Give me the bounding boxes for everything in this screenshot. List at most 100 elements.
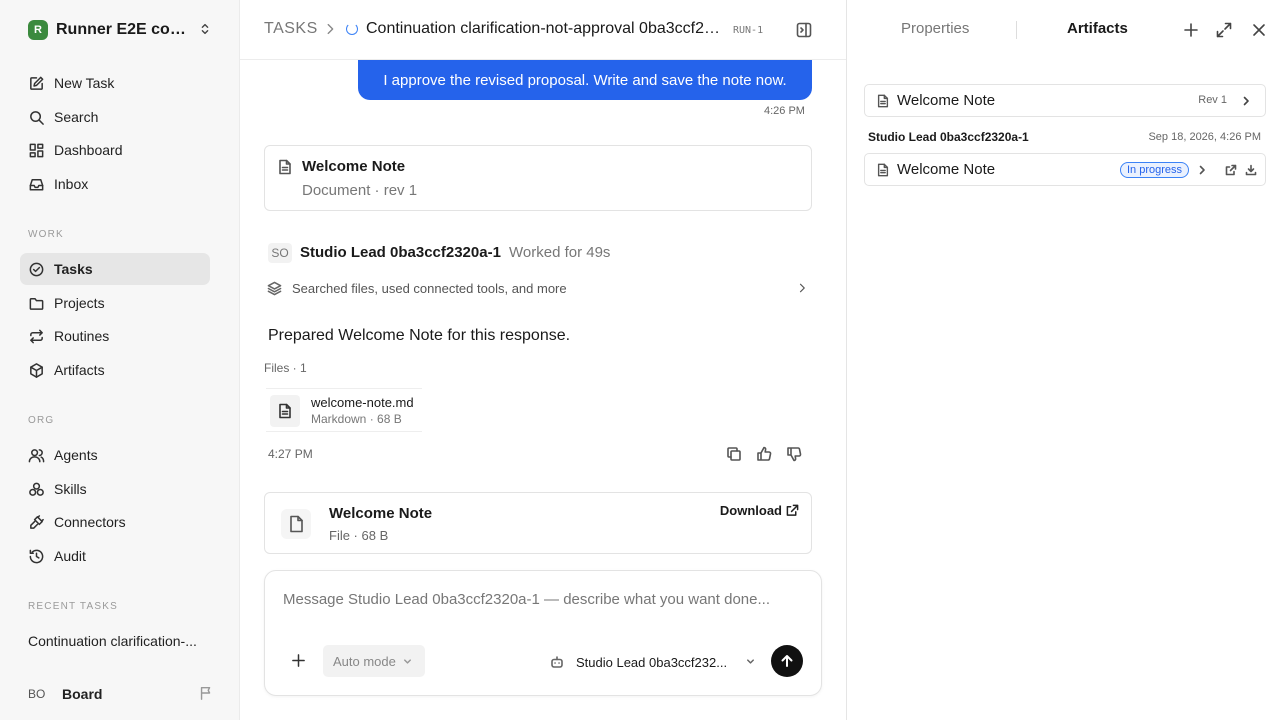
files-count-label: Files · 1 <box>264 361 307 375</box>
tab-properties[interactable]: Properties <box>901 20 969 37</box>
plus-icon[interactable] <box>1182 21 1200 39</box>
chevron-right-icon <box>327 23 334 35</box>
chevron-right-icon <box>799 283 805 293</box>
file-download-card[interactable]: Welcome Note File · 68 B Download <box>264 492 812 554</box>
document-title: Welcome Note <box>302 158 406 175</box>
artifact-item[interactable]: Welcome Note In progress <box>864 153 1266 186</box>
section-label-work: WORK <box>28 229 64 240</box>
file-card-meta: File · 68 B <box>329 528 389 543</box>
nav-skills[interactable]: Skills <box>20 473 210 505</box>
nav-label: Dashboard <box>54 142 123 158</box>
external-link-icon <box>786 504 799 516</box>
nav-dashboard[interactable]: Dashboard <box>20 134 210 166</box>
artifact-revision: Rev 1 <box>1198 94 1227 106</box>
nav-label: Routines <box>54 328 110 344</box>
folder-icon <box>29 297 44 310</box>
thumbs-up-icon <box>757 446 772 461</box>
file-name: welcome-note.md <box>311 395 414 410</box>
thumbs-down-button[interactable] <box>786 446 804 464</box>
users-icon <box>28 448 45 462</box>
nav-label: Projects <box>54 295 105 311</box>
document-card[interactable]: Welcome Note Document · rev 1 <box>264 145 812 211</box>
message-timestamp: 4:26 PM <box>764 105 805 117</box>
user-message-bubble: I approve the revised proposal. Write an… <box>358 60 812 100</box>
chevron-right-icon[interactable] <box>1196 164 1208 176</box>
document-icon <box>877 94 889 108</box>
flag-icon[interactable] <box>198 685 214 701</box>
document-icon <box>279 159 291 175</box>
nav-label: Inbox <box>54 176 89 192</box>
user-menu[interactable]: BO Board <box>28 683 214 705</box>
document-icon <box>877 163 889 177</box>
panel-toggle-icon[interactable] <box>795 21 813 39</box>
mode-select[interactable]: Auto mode <box>323 645 425 677</box>
send-button[interactable] <box>771 645 803 677</box>
breadcrumb-tasks[interactable]: TASKS <box>264 20 318 38</box>
artifacts-panel: Properties Artifacts Welcome Note Rev 1 … <box>846 0 1280 720</box>
section-label-recent: RECENT TASKS <box>28 601 118 612</box>
chevron-up-down-icon <box>201 23 209 35</box>
inbox-icon <box>29 178 44 190</box>
thumbs-up-button[interactable] <box>756 446 774 464</box>
loading-spinner-icon <box>346 23 358 35</box>
nav-label: Connectors <box>54 514 126 530</box>
nav-label: Tasks <box>54 261 93 277</box>
skills-icon <box>29 482 44 496</box>
nav-agents[interactable]: Agents <box>20 439 210 471</box>
nav-connectors[interactable]: Connectors <box>20 506 210 538</box>
nav-inbox[interactable]: Inbox <box>20 168 210 200</box>
recent-task-item[interactable]: Continuation clarification-... <box>28 633 208 649</box>
agent-name: Studio Lead 0ba3ccf2320a-1 <box>300 244 501 261</box>
task-header: TASKS Continuation clarification-not-app… <box>240 0 847 60</box>
search-icon <box>30 110 44 125</box>
file-card-title: Welcome Note <box>329 505 433 522</box>
arrow-up-icon <box>781 655 793 667</box>
nav-routines[interactable]: Routines <box>20 320 210 352</box>
bot-icon <box>551 656 563 668</box>
expand-icon[interactable] <box>1215 21 1233 39</box>
close-icon[interactable] <box>1250 21 1268 39</box>
document-subtitle: Document · rev 1 <box>302 182 418 199</box>
activity-label: Searched files, used connected tools, an… <box>292 281 567 296</box>
edit-icon <box>30 76 44 90</box>
copy-button[interactable] <box>726 446 744 464</box>
cube-icon <box>30 362 43 378</box>
agent-worked-duration: Worked for 49s <box>509 244 611 261</box>
nav-label: New Task <box>54 75 115 91</box>
nav-audit[interactable]: Audit <box>20 540 210 572</box>
chevron-right-icon <box>1243 96 1249 106</box>
agent-select[interactable]: Studio Lead 0ba3ccf232... <box>550 651 756 673</box>
mode-label: Auto mode <box>333 653 396 669</box>
file-text-icon <box>279 403 291 419</box>
message-input[interactable] <box>283 591 803 608</box>
file-meta: Markdown · 68 B <box>311 412 402 426</box>
sidebar: R Runner E2E conti... New Task Search Da… <box>0 0 240 720</box>
file-icon <box>290 515 303 533</box>
section-label-org: ORG <box>28 415 55 426</box>
external-link-icon[interactable] <box>1225 164 1237 176</box>
tab-divider <box>1016 21 1017 39</box>
tab-artifacts[interactable]: Artifacts <box>1067 20 1128 37</box>
nav-label: Audit <box>54 548 86 564</box>
agent-avatar: SO <box>268 243 292 263</box>
nav-tasks[interactable]: Tasks <box>20 253 210 285</box>
activity-summary[interactable]: Searched files, used connected tools, an… <box>264 279 812 299</box>
file-attachment[interactable]: welcome-note.md Markdown · 68 B <box>266 388 422 432</box>
nav-search[interactable]: Search <box>20 101 210 133</box>
layers-icon <box>267 281 282 296</box>
repeat-icon <box>30 329 43 343</box>
artifact-group-title: Studio Lead 0ba3ccf2320a-1 <box>868 130 1029 144</box>
download-button[interactable]: Download <box>720 503 799 518</box>
artifact-title: Welcome Note <box>897 161 996 178</box>
file-glyph <box>281 509 311 539</box>
artifact-item[interactable]: Welcome Note Rev 1 <box>864 84 1266 117</box>
nav-projects[interactable]: Projects <box>20 287 210 319</box>
download-icon[interactable] <box>1245 164 1257 176</box>
workspace-switcher[interactable]: R Runner E2E conti... <box>28 19 214 41</box>
nav-artifacts[interactable]: Artifacts <box>20 354 210 386</box>
message-composer: Auto mode Studio Lead 0ba3ccf232... <box>264 570 822 696</box>
add-attachment-icon[interactable] <box>291 653 306 668</box>
nav-new-task[interactable]: New Task <box>20 67 210 99</box>
task-title: Continuation clarification-not-approval … <box>366 20 722 37</box>
nav-label: Artifacts <box>54 362 105 378</box>
